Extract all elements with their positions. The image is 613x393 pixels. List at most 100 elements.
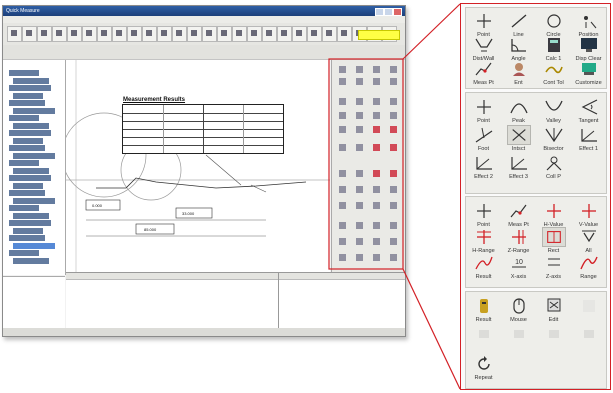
cont-tol-button[interactable]: Cont Tol: [536, 59, 571, 87]
tree-item[interactable]: [9, 175, 51, 181]
palette-tool-icon[interactable]: [388, 252, 399, 263]
palette-tool-icon[interactable]: [337, 124, 348, 135]
palette-tool-icon[interactable]: [371, 64, 382, 75]
intsct-button[interactable]: Intsct: [501, 125, 536, 153]
toolbar-button[interactable]: [187, 26, 202, 42]
palette-tool-icon[interactable]: [371, 124, 382, 135]
tree-item[interactable]: [9, 130, 51, 136]
tree-item[interactable]: [9, 250, 39, 256]
palette-tool-icon[interactable]: [388, 142, 399, 153]
tree-item[interactable]: [13, 227, 43, 234]
rect-button[interactable]: Rect: [536, 227, 571, 255]
toolbar-button[interactable]: [247, 26, 262, 42]
meas-pt-button[interactable]: Meas Pt: [501, 201, 536, 229]
tree-item[interactable]: [13, 122, 49, 129]
point-button[interactable]: Point: [466, 201, 501, 229]
maximize-button[interactable]: [384, 8, 393, 16]
toolbar-button[interactable]: [202, 26, 217, 42]
palette-tool-icon[interactable]: [388, 110, 399, 121]
tree-item[interactable]: [9, 70, 39, 76]
palette-tool-icon[interactable]: [388, 76, 399, 87]
tree-pane[interactable]: [3, 60, 66, 275]
palette-tool-icon[interactable]: [388, 236, 399, 247]
effect-2-button[interactable]: Effect 2: [466, 153, 501, 181]
tree-item[interactable]: [9, 85, 51, 91]
palette-tool-icon[interactable]: [337, 142, 348, 153]
coll-p-button[interactable]: Coll P: [536, 153, 571, 181]
palette-tool-icon[interactable]: [354, 252, 365, 263]
palette-tool-icon[interactable]: [354, 200, 365, 211]
palette-tool-icon[interactable]: [371, 76, 382, 87]
foot-button[interactable]: Foot: [466, 125, 501, 153]
tree-item[interactable]: [13, 167, 49, 174]
palette-tool-icon[interactable]: [337, 76, 348, 87]
palette-tool-icon[interactable]: [337, 184, 348, 195]
x-axis-button[interactable]: 10 X-axis: [501, 253, 536, 281]
palette-tool-icon[interactable]: [371, 110, 382, 121]
all-button[interactable]: All: [571, 227, 606, 255]
toolbar-button[interactable]: [67, 26, 82, 42]
z-range-button[interactable]: Z-Range: [501, 227, 536, 255]
palette-tool-icon[interactable]: [354, 220, 365, 231]
z-axis-button[interactable]: Z-axis: [536, 253, 571, 281]
valley-button[interactable]: Valley: [536, 97, 571, 125]
palette-tool-icon[interactable]: [371, 220, 382, 231]
palette-tool-icon[interactable]: [371, 252, 382, 263]
tree-item[interactable]: [9, 115, 39, 121]
toolbar-button[interactable]: [142, 26, 157, 42]
tree-item[interactable]: [13, 197, 55, 204]
palette-tool-icon[interactable]: [337, 168, 348, 179]
toolbar-button[interactable]: [232, 26, 247, 42]
tree-item[interactable]: [9, 160, 39, 166]
palette-tool-icon[interactable]: [337, 110, 348, 121]
palette-tool-icon[interactable]: [388, 200, 399, 211]
palette-tool-icon[interactable]: [354, 142, 365, 153]
h-value-button[interactable]: H-Value: [536, 201, 571, 229]
tree-item[interactable]: [13, 92, 43, 99]
meas-pt-button[interactable]: Meas Pt: [466, 59, 501, 87]
tree-item[interactable]: [13, 77, 49, 84]
palette-tool-icon[interactable]: [371, 236, 382, 247]
tree-item[interactable]: [13, 242, 55, 249]
palette-tool-icon[interactable]: [354, 64, 365, 75]
tree-item[interactable]: [13, 152, 55, 159]
tree-item[interactable]: [13, 212, 49, 219]
effect-3-button[interactable]: Effect 3: [501, 153, 536, 181]
tree-item[interactable]: [9, 190, 45, 196]
toolbar-button[interactable]: [157, 26, 172, 42]
palette-tool-icon[interactable]: [388, 168, 399, 179]
palette-tool-icon[interactable]: [388, 96, 399, 107]
palette-tool-icon[interactable]: [337, 96, 348, 107]
customize-button[interactable]: Customize: [571, 59, 606, 87]
palette-tool-icon[interactable]: [371, 142, 382, 153]
palette-tool-icon[interactable]: [371, 200, 382, 211]
toolbar-button[interactable]: [52, 26, 67, 42]
measurement-canvas[interactable]: 0.000 33.000 85.000 Measurement Results: [66, 60, 330, 272]
close-button[interactable]: [393, 8, 402, 16]
palette-tool-icon[interactable]: [354, 96, 365, 107]
toolbar-button[interactable]: [172, 26, 187, 42]
toolbar-button[interactable]: [97, 26, 112, 42]
disabled-icon-button[interactable]: [466, 324, 501, 345]
tree-item[interactable]: [13, 107, 55, 114]
palette-tool-icon[interactable]: [371, 96, 382, 107]
disabled-icon-button[interactable]: [571, 324, 606, 345]
toolbar-button[interactable]: [217, 26, 232, 42]
output-pane[interactable]: [66, 272, 405, 329]
blank-icon-button[interactable]: [571, 296, 606, 317]
range-button[interactable]: Range: [571, 253, 606, 281]
palette-tool-icon[interactable]: [337, 64, 348, 75]
result-button[interactable]: Result: [466, 296, 501, 324]
edit-button[interactable]: Edit: [536, 296, 571, 324]
tree-item[interactable]: [9, 145, 45, 151]
toolbar-button[interactable]: [127, 26, 142, 42]
toolbar-button[interactable]: [292, 26, 307, 42]
tree-item[interactable]: [9, 220, 51, 226]
ent-button[interactable]: Ent: [501, 59, 536, 87]
toolbar-button[interactable]: [262, 26, 277, 42]
palette-tool-icon[interactable]: [337, 220, 348, 231]
bisector-button[interactable]: Bisector: [536, 125, 571, 153]
highlighted-toolbar-field[interactable]: [358, 30, 400, 40]
palette-tool-icon[interactable]: [388, 64, 399, 75]
toolbar-button[interactable]: [322, 26, 337, 42]
